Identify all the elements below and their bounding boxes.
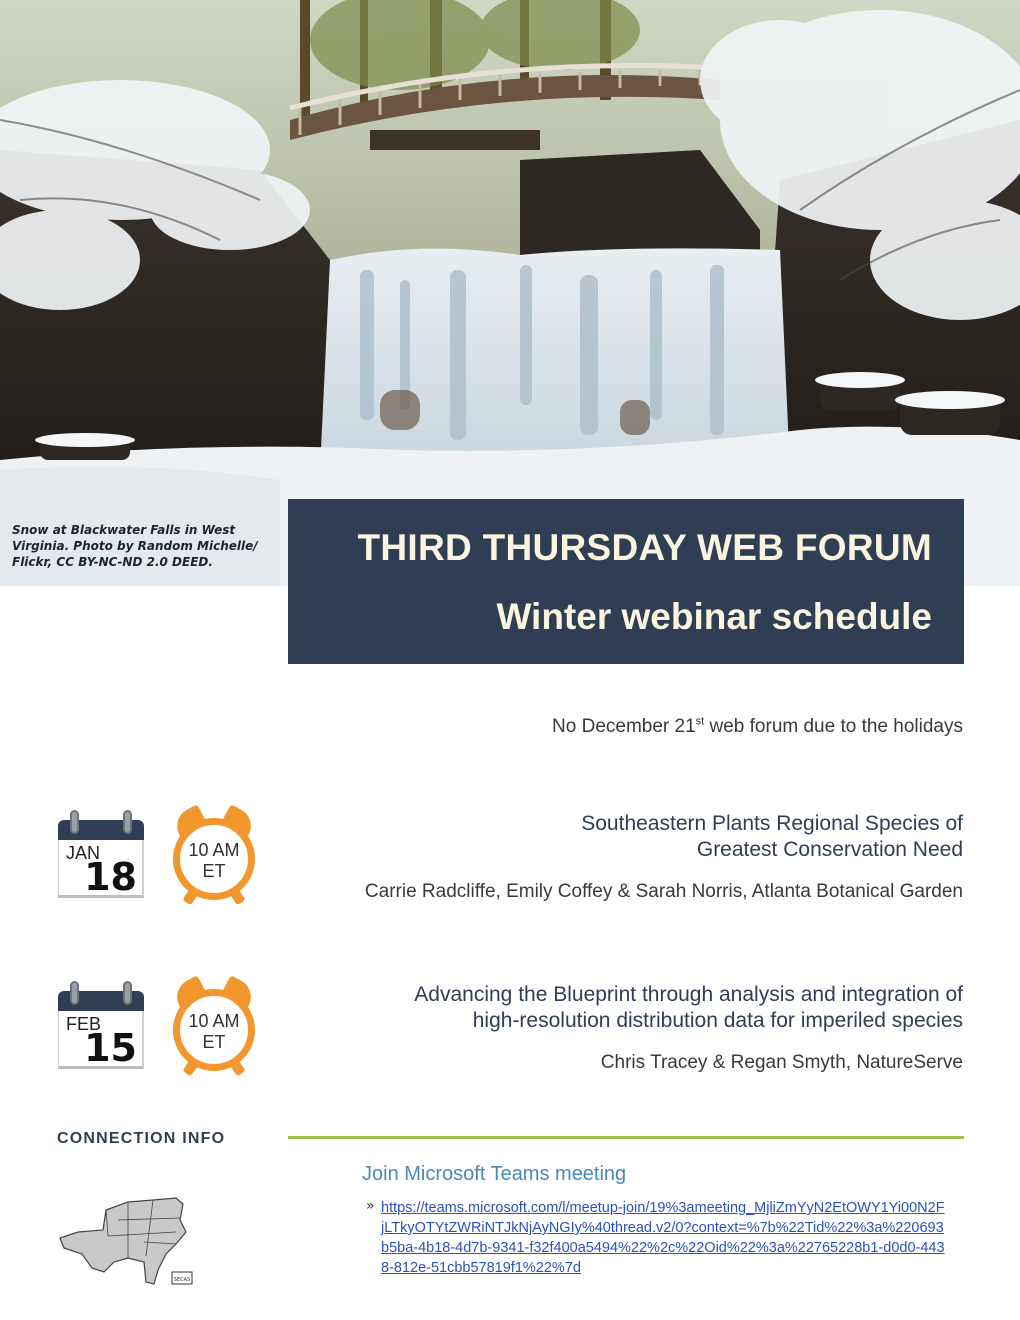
calendar-icon: FEB 15 xyxy=(58,981,144,1071)
forum-title: THIRD THURSDAY WEB FORUM xyxy=(357,527,932,568)
event-speakers: Chris Tracey & Regan Smyth, NatureServe xyxy=(600,1052,963,1073)
event-title-line1: Advancing the Blueprint through analysis… xyxy=(414,983,963,1006)
meeting-link-item: » https://teams.microsoft.com/l/meetup-j… xyxy=(366,1198,946,1278)
alarm-clock-icon: 10 AM ET xyxy=(170,975,258,1077)
event-day: 15 xyxy=(84,1026,137,1070)
event-title-line1: Southeastern Plants Regional Species of xyxy=(581,812,963,835)
event-day: 18 xyxy=(84,855,137,899)
connection-heading: CONNECTION INFO xyxy=(57,1130,226,1147)
event-timezone: ET xyxy=(202,861,226,881)
notice-ordinal: st xyxy=(695,715,705,728)
logo-caption: SECAS xyxy=(174,1277,190,1283)
event-title: Southeastern Plants Regional Species of … xyxy=(323,811,963,863)
calendar-icon: JAN 18 xyxy=(58,810,144,900)
event-title: Advancing the Blueprint through analysis… xyxy=(283,982,963,1034)
notice-before: No December 21 xyxy=(552,716,696,737)
event-title-line2: Greatest Conservation Need xyxy=(696,838,963,861)
event-title-line2: high-resolution distribution data for im… xyxy=(472,1009,963,1032)
section-divider xyxy=(288,1136,964,1139)
southeast-map-logo: SECAS xyxy=(58,1192,198,1296)
event-time: 10 AM xyxy=(188,840,240,860)
holiday-notice: No December 21st web forum due to the ho… xyxy=(552,716,963,738)
event-timezone: ET xyxy=(202,1032,226,1052)
alarm-clock-icon: 10 AM ET xyxy=(170,804,258,906)
photo-caption: Snow at Blackwater Falls in West Virgini… xyxy=(12,523,258,569)
title-banner: THIRD THURSDAY WEB FORUM Winter webinar … xyxy=(288,499,964,664)
schedule-subtitle: Winter webinar schedule xyxy=(496,596,932,637)
teams-meeting-link[interactable]: https://teams.microsoft.com/l/meetup-joi… xyxy=(381,1198,946,1278)
notice-after: web forum due to the holidays xyxy=(704,716,964,737)
bullet-glyph: » xyxy=(366,1198,375,1214)
join-teams-label: Join Microsoft Teams meeting xyxy=(362,1163,627,1185)
event-time: 10 AM xyxy=(188,1011,240,1031)
event-speakers: Carrie Radcliffe, Emily Coffey & Sarah N… xyxy=(364,881,963,902)
